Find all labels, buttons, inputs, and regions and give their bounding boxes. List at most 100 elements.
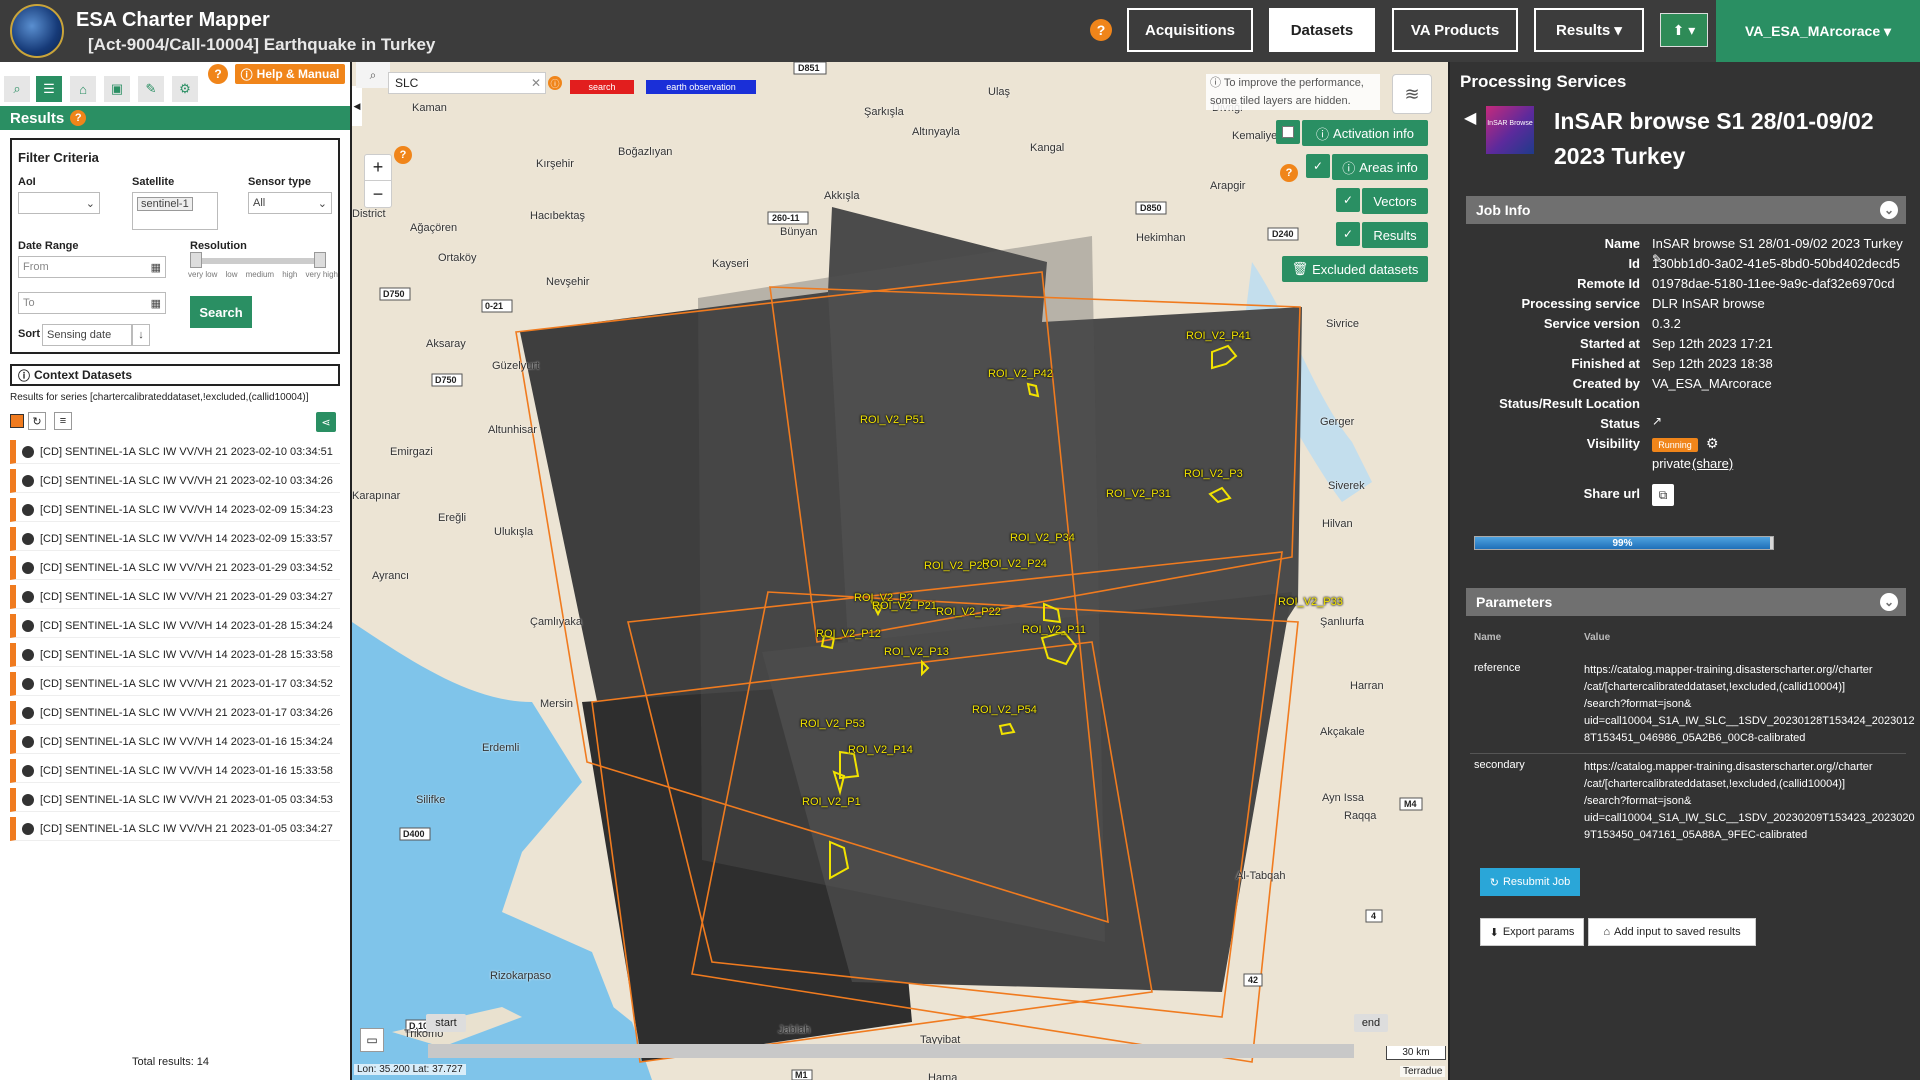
user-menu[interactable]: VA_ESA_MArcorace ▾ bbox=[1716, 0, 1920, 62]
roi-label[interactable]: ROI_V2_P12 bbox=[816, 628, 881, 640]
vectors-check-icon[interactable]: ✓ bbox=[1336, 188, 1360, 212]
dataset-row[interactable]: [CD] SENTINEL-1A SLC IW VV/VH 21 2023-01… bbox=[10, 556, 340, 580]
zoom-in-button[interactable]: + bbox=[365, 155, 391, 181]
dataset-row[interactable]: [CD] SENTINEL-1A SLC IW VV/VH 21 2023-01… bbox=[10, 788, 340, 812]
refresh-icon[interactable]: ↻ bbox=[28, 412, 46, 430]
sensor-type-select[interactable]: All ⌄ bbox=[248, 192, 332, 214]
dataset-row[interactable]: [CD] SENTINEL-1A SLC IW VV/VH 14 2023-01… bbox=[10, 614, 340, 638]
roi-label[interactable]: ROI_V2_P1 bbox=[802, 796, 861, 808]
dataset-row[interactable]: [CD] SENTINEL-1A SLC IW VV/VH 21 2023-01… bbox=[10, 817, 340, 841]
help-manual-button[interactable]: ⓘ Help & Manual bbox=[235, 64, 345, 84]
timeline-end[interactable]: end bbox=[1354, 1014, 1388, 1032]
help-icon[interactable]: ? bbox=[394, 146, 412, 164]
info-icon[interactable]: ⓘ bbox=[548, 76, 562, 90]
roi-label[interactable]: ROI_V2_P31 bbox=[1106, 488, 1171, 500]
dataset-row[interactable]: [CD] SENTINEL-1A SLC IW VV/VH 21 2023-02… bbox=[10, 440, 340, 464]
export-params-button[interactable]: ⬇ Export params bbox=[1480, 918, 1584, 946]
copy-icon[interactable]: ⧉ bbox=[1652, 484, 1674, 506]
upload-button[interactable]: ⬆ ▾ bbox=[1660, 13, 1708, 47]
date-from-input[interactable]: From ▦ bbox=[18, 256, 166, 278]
help-icon[interactable]: ? bbox=[1090, 19, 1112, 41]
calendar-icon[interactable]: ▦ bbox=[151, 261, 161, 274]
help-icon[interactable]: ? bbox=[70, 110, 87, 126]
edit-icon[interactable]: ✎ bbox=[138, 76, 164, 102]
dataset-row[interactable]: [CD] SENTINEL-1A SLC IW VV/VH 21 2023-01… bbox=[10, 672, 340, 696]
chevron-down-icon[interactable]: ⌄ bbox=[1880, 201, 1898, 219]
nav-acquisitions[interactable]: Acquisitions bbox=[1127, 8, 1253, 52]
roi-label[interactable]: ROI_V2_P34 bbox=[1010, 532, 1075, 544]
map-search-input[interactable]: SLC ✕ bbox=[388, 72, 546, 94]
job-info-header[interactable]: Job Info ⌄ bbox=[1466, 196, 1906, 224]
esa-charter-logo[interactable] bbox=[10, 4, 64, 58]
dataset-row[interactable]: [CD] SENTINEL-1A SLC IW VV/VH 14 2023-01… bbox=[10, 730, 340, 754]
roi-label[interactable]: ROI_V2_P42 bbox=[988, 368, 1053, 380]
clear-icon[interactable]: ✕ bbox=[531, 76, 541, 90]
layers-icon[interactable]: ≋ bbox=[1392, 74, 1432, 114]
roi-label[interactable]: ROI_V2_P22 bbox=[936, 606, 1001, 618]
nav-results[interactable]: Results ▾ bbox=[1534, 8, 1644, 52]
map-search-icon[interactable]: ⌕ bbox=[356, 62, 390, 88]
areas-info-toggle[interactable]: ⓘ Areas info bbox=[1332, 154, 1428, 180]
satellite-select[interactable]: sentinel-1 bbox=[132, 192, 218, 230]
roi-label[interactable]: ROI_V2_P33 bbox=[1278, 596, 1343, 608]
map-view[interactable]: Kaman Kırşehir Boğazlıyan Şarkışla Ulaş Altın… bbox=[352, 62, 1448, 1080]
list-view-icon[interactable]: ≡ bbox=[54, 412, 72, 430]
roi-label[interactable]: ROI_V2_P11 bbox=[1022, 624, 1086, 636]
chevron-down-icon[interactable]: ⌄ bbox=[1880, 593, 1898, 611]
gear-icon[interactable]: ⚙ bbox=[1706, 435, 1719, 452]
archive-icon[interactable]: ▣ bbox=[104, 76, 130, 102]
back-arrow-icon[interactable]: ◀ bbox=[1464, 108, 1476, 128]
dataset-row[interactable]: [CD] SENTINEL-1A SLC IW VV/VH 14 2023-01… bbox=[10, 643, 340, 667]
tag-search[interactable]: search bbox=[570, 80, 634, 94]
roi-label[interactable]: ROI_V2_P13 bbox=[884, 646, 949, 658]
edit-name-icon[interactable]: ✎ bbox=[1652, 252, 1662, 266]
nav-va-products[interactable]: VA Products bbox=[1392, 8, 1518, 52]
list-tool-icon[interactable]: ☰ bbox=[36, 76, 62, 102]
resubmit-job-button[interactable]: ↻ Resubmit Job bbox=[1480, 868, 1580, 896]
timeline-start[interactable]: start bbox=[426, 1014, 466, 1032]
timeline-track[interactable] bbox=[428, 1044, 1354, 1058]
dataset-row[interactable]: [CD] SENTINEL-1A SLC IW VV/VH 14 2023-02… bbox=[10, 527, 340, 551]
nav-datasets[interactable]: Datasets bbox=[1269, 8, 1375, 52]
sort-select[interactable]: Sensing date bbox=[42, 324, 132, 346]
tag-earth-observation[interactable]: earth observation bbox=[646, 80, 756, 94]
search-tool-icon[interactable]: ⌕ bbox=[4, 76, 30, 102]
excluded-datasets-toggle[interactable]: 🗑 Excluded datasets bbox=[1282, 256, 1428, 282]
zoom-out-button[interactable]: − bbox=[365, 181, 391, 207]
date-to-input[interactable]: To ▦ bbox=[18, 292, 166, 314]
parameters-header[interactable]: Parameters ⌄ bbox=[1466, 588, 1906, 616]
calendar-icon[interactable]: ▦ bbox=[151, 297, 161, 310]
add-input-button[interactable]: ⌂ Add input to saved results bbox=[1588, 918, 1756, 946]
resolution-max-handle[interactable] bbox=[314, 252, 326, 268]
dataset-row[interactable]: [CD] SENTINEL-1A SLC IW VV/VH 21 2023-01… bbox=[10, 585, 340, 609]
roi-label[interactable]: ROI_V2_P23 bbox=[924, 560, 989, 572]
share-icon[interactable]: ⋖ bbox=[316, 412, 336, 432]
select-all-checkbox[interactable] bbox=[10, 414, 24, 428]
external-link-icon[interactable]: ↗ bbox=[1652, 414, 1662, 428]
roi-label[interactable]: ROI_V2_P54 bbox=[972, 704, 1037, 716]
resolution-slider[interactable] bbox=[192, 258, 324, 264]
help-icon-small[interactable]: ? bbox=[208, 64, 228, 84]
roi-label[interactable]: ROI_V2_P53 bbox=[800, 718, 865, 730]
roi-label[interactable]: ROI_V2_P3 bbox=[1184, 468, 1243, 480]
collapse-panel-icon[interactable]: ◀ bbox=[352, 86, 362, 126]
basket-icon[interactable]: ⌂ bbox=[70, 76, 96, 102]
roi-label[interactable]: ROI_V2_P41 bbox=[1186, 330, 1251, 342]
results-toggle[interactable]: Results bbox=[1362, 222, 1428, 248]
activation-checkbox[interactable] bbox=[1282, 126, 1294, 138]
settings-icon[interactable]: ⚙ bbox=[172, 76, 198, 102]
aoi-select[interactable]: ⌄ bbox=[18, 192, 100, 214]
dataset-row[interactable]: [CD] SENTINEL-1A SLC IW VV/VH 21 2023-02… bbox=[10, 469, 340, 493]
sort-direction-icon[interactable]: ↓ bbox=[132, 324, 150, 346]
dataset-row[interactable]: [CD] SENTINEL-1A SLC IW VV/VH 21 2023-01… bbox=[10, 701, 340, 725]
help-icon[interactable]: ? bbox=[1280, 164, 1298, 182]
timeline-toggle-icon[interactable]: ▭ bbox=[360, 1028, 384, 1052]
roi-label[interactable]: ROI_V2_P24 bbox=[982, 558, 1047, 570]
search-button[interactable]: Search bbox=[190, 296, 252, 328]
resolution-min-handle[interactable] bbox=[190, 252, 202, 268]
share-link[interactable]: (share) bbox=[1692, 456, 1733, 471]
vectors-toggle[interactable]: Vectors bbox=[1362, 188, 1428, 214]
areas-check-icon[interactable]: ✓ bbox=[1306, 154, 1330, 178]
roi-label[interactable]: ROI_V2_P21 bbox=[872, 600, 937, 612]
dataset-row[interactable]: [CD] SENTINEL-1A SLC IW VV/VH 14 2023-01… bbox=[10, 759, 340, 783]
